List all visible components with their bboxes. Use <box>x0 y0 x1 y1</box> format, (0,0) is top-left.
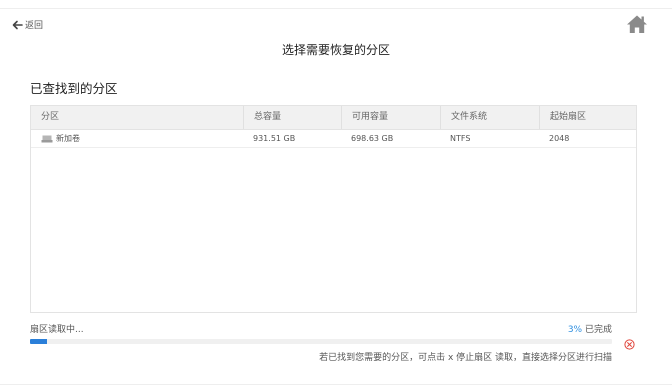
stop-icon <box>624 339 635 350</box>
partition-name: 新加卷 <box>56 134 80 143</box>
drive-icon <box>41 135 53 142</box>
bottom-divider <box>0 384 672 385</box>
home-icon <box>627 15 647 33</box>
col-header-total[interactable]: 总容量 <box>243 106 341 129</box>
col-header-free[interactable]: 可用容量 <box>341 106 440 129</box>
partition-table: 分区 总容量 可用容量 文件系统 起始扇区 新加卷 931.51 GB 698.… <box>30 105 637 313</box>
col-header-fs[interactable]: 文件系统 <box>440 106 539 129</box>
stop-button[interactable] <box>624 335 635 350</box>
section-title: 已查找到的分区 <box>30 81 118 96</box>
page-title: 选择需要恢复的分区 <box>281 43 390 57</box>
col-header-partition[interactable]: 分区 <box>31 106 243 129</box>
cell-start-sector: 2048 <box>549 134 570 143</box>
cell-partition: 新加卷 <box>31 130 243 147</box>
progress-bar-fill <box>30 339 48 344</box>
cell-total: 931.51 GB <box>253 134 296 143</box>
stop-hint: 若已找到您需要的分区，可点击 x 停止扇区 读取，直接选择分区进行扫描 <box>319 353 612 363</box>
back-label: 返回 <box>25 21 44 31</box>
cell-fs: NTFS <box>450 134 471 143</box>
table-header: 分区 总容量 可用容量 文件系统 起始扇区 <box>31 106 636 130</box>
scan-status: 扇区读取中... <box>30 325 84 335</box>
home-button[interactable] <box>626 14 648 34</box>
progress-bar <box>30 339 612 344</box>
progress-percent: 3% 已完成 <box>568 322 612 335</box>
back-button[interactable]: 返回 <box>12 18 43 31</box>
table-row[interactable]: 新加卷 931.51 GB 698.63 GB NTFS 2048 <box>31 130 636 148</box>
percent-value: 3% <box>567 325 583 335</box>
cell-free: 698.63 GB <box>351 134 394 143</box>
done-label: 已完成 <box>584 325 612 335</box>
col-header-start-sector[interactable]: 起始扇区 <box>539 106 638 129</box>
back-arrow-icon <box>12 20 23 29</box>
top-divider <box>0 8 672 9</box>
